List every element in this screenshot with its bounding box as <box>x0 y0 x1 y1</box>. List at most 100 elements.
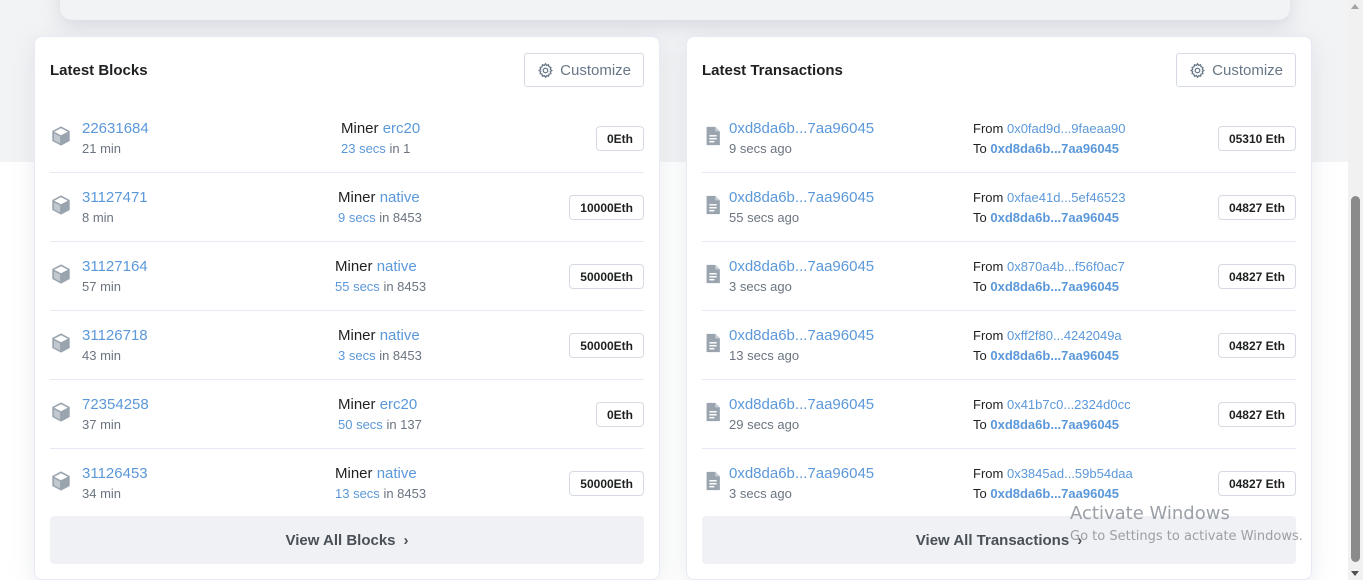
to-address-link[interactable]: 0xd8da6b...7aa96045 <box>990 279 1119 294</box>
tx-value-badge: 04827 Eth <box>1217 402 1296 427</box>
from-address-link[interactable]: 0xfae41d...5ef46523 <box>1007 190 1126 205</box>
latest-transactions-card: Latest Transactions Customize 0xd8da6b..… <box>686 36 1312 580</box>
block-number-link[interactable]: 31127164 <box>82 257 148 277</box>
transaction-row: 0xd8da6b...7aa96045 13 secs ago From 0xff2… <box>702 311 1296 380</box>
from-address-link[interactable]: 0x41b7c0...2324d0cc <box>1007 397 1131 412</box>
to-address-link[interactable]: 0xd8da6b...7aa96045 <box>990 417 1119 432</box>
to-address-link[interactable]: 0xd8da6b...7aa96045 <box>990 141 1119 156</box>
miner-cell: Miner native 3 secs in 8453 <box>338 326 422 365</box>
block-row: 31127471 8 min Miner native 9 secs in 8453 1… <box>50 173 644 242</box>
gear-icon <box>538 62 554 78</box>
miner-cell: Miner native 9 secs in 8453 <box>338 188 422 227</box>
block-txn-count: in 137 <box>386 417 422 432</box>
tx-age: 3 secs ago <box>729 279 792 294</box>
scroll-up-arrow[interactable] <box>1351 4 1359 9</box>
blocks-list: 22631684 21 min Miner erc20 23 secs in 1 0Et… <box>50 104 644 518</box>
block-row: 31126718 43 min Miner native 3 secs in 8453… <box>50 311 644 380</box>
miner-label: Miner <box>341 120 379 137</box>
document-icon <box>702 400 724 424</box>
block-time-link[interactable]: 3 secs <box>338 348 376 363</box>
block-number-link[interactable]: 22631684 <box>82 119 149 139</box>
tx-from-to-cell: From 0xff2f80...4242049a To 0xd8da6b...7a… <box>973 326 1122 366</box>
chevron-right-icon: › <box>403 531 409 549</box>
latest-blocks-header: Latest Blocks Customize <box>50 53 644 87</box>
to-address-link[interactable]: 0xd8da6b...7aa96045 <box>990 486 1119 501</box>
tx-hash-link[interactable]: 0xd8da6b...7aa96045 <box>729 395 874 415</box>
page-scrollbar[interactable] <box>1348 0 1363 580</box>
gear-icon <box>1190 62 1206 78</box>
transaction-row: 0xd8da6b...7aa96045 3 secs ago From 0x870a… <box>702 242 1296 311</box>
tx-hash-cell: 0xd8da6b...7aa96045 9 secs ago <box>729 119 874 158</box>
tx-hash-link[interactable]: 0xd8da6b...7aa96045 <box>729 464 874 484</box>
block-time-link[interactable]: 23 secs <box>341 141 386 156</box>
block-row: 72354258 37 min Miner erc20 50 secs in 137 0… <box>50 380 644 449</box>
tx-from-to-cell: From 0x0fad9d...9faeaa90 To 0xd8da6b...7a… <box>973 119 1126 159</box>
block-id-cell: 31127471 8 min <box>82 188 148 227</box>
tx-hash-link[interactable]: 0xd8da6b...7aa96045 <box>729 188 874 208</box>
miner-label: Miner <box>335 465 373 482</box>
tx-hash-cell: 0xd8da6b...7aa96045 29 secs ago <box>729 395 874 434</box>
miner-link[interactable]: native <box>377 258 417 275</box>
tx-age: 29 secs ago <box>729 417 800 432</box>
from-address-link[interactable]: 0xff2f80...4242049a <box>1007 328 1122 343</box>
to-label: To <box>973 210 987 225</box>
tx-hash-link[interactable]: 0xd8da6b...7aa96045 <box>729 257 874 277</box>
block-txn-count: in 8453 <box>379 348 422 363</box>
miner-link[interactable]: native <box>377 465 417 482</box>
from-address-link[interactable]: 0x0fad9d...9faeaa90 <box>1007 121 1126 136</box>
miner-cell: Miner erc20 23 secs in 1 <box>341 119 420 158</box>
miner-label: Miner <box>338 189 376 206</box>
miner-link[interactable]: native <box>380 327 420 344</box>
miner-link[interactable]: native <box>380 189 420 206</box>
latest-transactions-header: Latest Transactions Customize <box>702 53 1296 87</box>
from-label: From <box>973 397 1004 412</box>
block-time-link[interactable]: 9 secs <box>338 210 376 225</box>
miner-link[interactable]: erc20 <box>380 396 418 413</box>
tx-hash-link[interactable]: 0xd8da6b...7aa96045 <box>729 119 874 139</box>
tx-from-to-cell: From 0x3845ad...59b54daa To 0xd8da6b...7a… <box>973 464 1133 504</box>
to-address-link[interactable]: 0xd8da6b...7aa96045 <box>990 348 1119 363</box>
document-icon <box>702 469 724 493</box>
block-id-cell: 31126453 34 min <box>82 464 148 503</box>
to-address-link[interactable]: 0xd8da6b...7aa96045 <box>990 210 1119 225</box>
tx-hash-cell: 0xd8da6b...7aa96045 3 secs ago <box>729 257 874 296</box>
miner-link[interactable]: erc20 <box>383 120 421 137</box>
block-number-link[interactable]: 72354258 <box>82 395 149 415</box>
transactions-customize-button[interactable]: Customize <box>1176 53 1296 87</box>
block-number-link[interactable]: 31126453 <box>82 464 148 484</box>
block-time-link[interactable]: 55 secs <box>335 279 380 294</box>
windows-activation-watermark: Activate Windows Go to Settings to activ… <box>1070 502 1303 547</box>
cube-icon <box>50 400 72 424</box>
transaction-row: 0xd8da6b...7aa96045 29 secs ago From 0x41b… <box>702 380 1296 449</box>
tx-hash-link[interactable]: 0xd8da6b...7aa96045 <box>729 326 874 346</box>
from-label: From <box>973 328 1004 343</box>
latest-transactions-title: Latest Transactions <box>702 61 843 79</box>
block-reward-badge: 50000Eth <box>569 471 644 496</box>
blocks-customize-button[interactable]: Customize <box>524 53 644 87</box>
block-id-cell: 31127164 57 min <box>82 257 148 296</box>
tx-hash-cell: 0xd8da6b...7aa96045 13 secs ago <box>729 326 874 365</box>
view-all-blocks-button[interactable]: View All Blocks › <box>50 516 644 564</box>
scrollbar-thumb[interactable] <box>1351 196 1360 562</box>
tx-from-to-cell: From 0xfae41d...5ef46523 To 0xd8da6b...7a… <box>973 188 1126 228</box>
document-icon <box>702 193 724 217</box>
miner-cell: Miner native 13 secs in 8453 <box>335 464 426 503</box>
tx-from-to-cell: From 0x41b7c0...2324d0cc To 0xd8da6b...7a… <box>973 395 1131 435</box>
from-address-link[interactable]: 0x870a4b...f56f0ac7 <box>1007 259 1125 274</box>
block-txn-count: in 8453 <box>383 486 427 501</box>
block-time-link[interactable]: 13 secs <box>335 486 380 501</box>
block-time-link[interactable]: 50 secs <box>338 417 383 432</box>
block-number-link[interactable]: 31127471 <box>82 188 148 208</box>
block-age: 8 min <box>82 210 114 225</box>
miner-label: Miner <box>338 396 376 413</box>
cube-icon <box>50 124 72 148</box>
block-reward-badge: 50000Eth <box>569 264 644 289</box>
from-address-link[interactable]: 0x3845ad...59b54daa <box>1007 466 1133 481</box>
tx-age: 9 secs ago <box>729 141 792 156</box>
block-reward-badge: 0Eth <box>595 402 644 427</box>
tx-value-badge: 04827 Eth <box>1217 333 1296 358</box>
block-number-link[interactable]: 31126718 <box>82 326 148 346</box>
tx-value-badge: 04827 Eth <box>1217 264 1296 289</box>
block-age: 34 min <box>82 486 122 501</box>
scroll-down-arrow[interactable] <box>1351 571 1359 576</box>
